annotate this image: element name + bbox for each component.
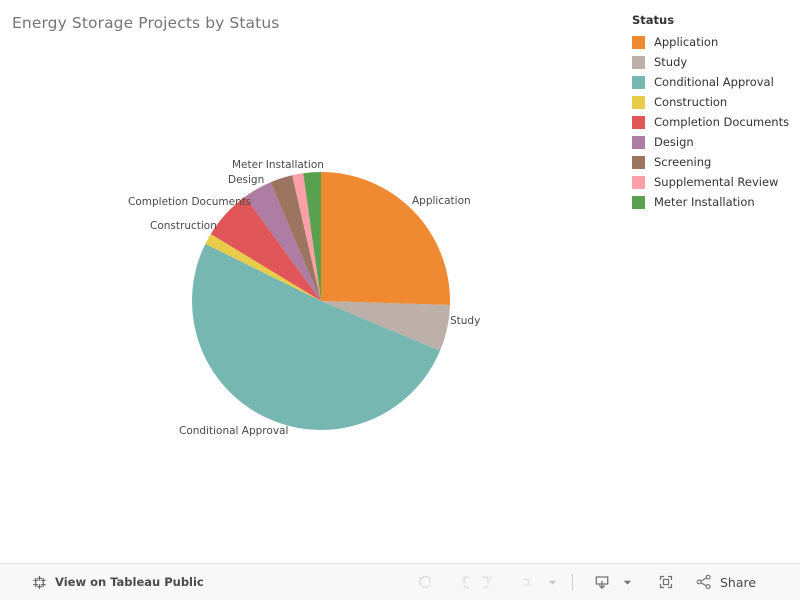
legend-item-label: Study: [654, 55, 688, 69]
bottom-toolbar: View on Tableau Public Share: [0, 563, 800, 600]
download-button[interactable]: [585, 567, 619, 597]
fullscreen-button[interactable]: [649, 567, 683, 597]
pie-slice-label: Design: [228, 174, 264, 186]
legend-items[interactable]: Application Study Conditional Approval Cons…: [632, 32, 796, 212]
download-dropdown-caret-icon[interactable]: [619, 567, 635, 597]
share-icon: [695, 573, 713, 591]
refresh-button[interactable]: [510, 567, 544, 597]
revert-button[interactable]: [476, 567, 510, 597]
legend-color-swatch: [632, 55, 645, 69]
legend-item[interactable]: Screening: [632, 152, 796, 172]
legend-item[interactable]: Construction: [632, 92, 796, 112]
pie-slice[interactable]: [321, 172, 451, 306]
legend-item-label: Completion Documents: [654, 115, 790, 129]
pie-chart-svg[interactable]: Application Study Conditional Approval Cons…: [0, 44, 620, 564]
legend-item[interactable]: Design: [632, 132, 796, 152]
pie-slice-label: Conditional Approval: [179, 425, 288, 437]
tableau-dashboard: Energy Storage Projects by Status Applic…: [0, 0, 800, 600]
pause-dropdown-caret-icon[interactable]: [544, 567, 560, 597]
legend-color-swatch: [632, 155, 645, 169]
pie-slices[interactable]: [192, 172, 451, 430]
legend-title: Status: [632, 13, 675, 27]
pie-slice-label: Application: [412, 195, 471, 207]
legend-color-swatch: [632, 75, 645, 89]
toolbar-actions: Share: [408, 564, 756, 600]
redo-button[interactable]: [442, 567, 476, 597]
pie-slice-label: Completion Documents: [128, 196, 251, 208]
legend-item[interactable]: Study: [632, 52, 796, 72]
pie-chart[interactable]: Application Study Conditional Approval Cons…: [0, 44, 620, 564]
legend-color-swatch: [632, 175, 645, 189]
legend-item-label: Design: [654, 135, 694, 149]
legend: Status Application Study Conditional Appro…: [632, 13, 796, 212]
share-button[interactable]: Share: [695, 573, 756, 591]
legend-item[interactable]: Supplemental Review: [632, 172, 796, 192]
pie-slice-label: Study: [450, 315, 480, 327]
legend-item-label: Conditional Approval: [654, 75, 774, 89]
view-on-tableau-public-link[interactable]: View on Tableau Public: [32, 575, 204, 590]
pie-slice-label: Meter Installation: [232, 159, 324, 171]
tableau-logo-icon: [32, 575, 47, 590]
share-label: Share: [720, 574, 757, 590]
view-on-tableau-public-label: View on Tableau Public: [55, 575, 204, 589]
legend-item-label: Supplemental Review: [654, 175, 779, 189]
toolbar-divider: [572, 573, 573, 591]
legend-item-label: Screening: [654, 155, 712, 169]
legend-color-swatch: [632, 95, 645, 109]
pie-slice-label: Construction: [150, 220, 217, 232]
undo-button[interactable]: [408, 567, 442, 597]
page-title: Energy Storage Projects by Status: [12, 14, 280, 32]
legend-color-swatch: [632, 115, 645, 129]
legend-color-swatch: [632, 195, 645, 209]
chart-area: Application Study Conditional Approval Cons…: [0, 44, 620, 564]
legend-item[interactable]: Meter Installation: [632, 192, 796, 212]
legend-item[interactable]: Conditional Approval: [632, 72, 796, 92]
legend-item-label: Meter Installation: [654, 195, 755, 209]
legend-color-swatch: [632, 135, 645, 149]
legend-item[interactable]: Completion Documents: [632, 112, 796, 132]
legend-color-swatch: [632, 35, 645, 49]
legend-item[interactable]: Application: [632, 32, 796, 52]
legend-item-label: Application: [654, 35, 719, 49]
legend-item-label: Construction: [654, 95, 728, 109]
